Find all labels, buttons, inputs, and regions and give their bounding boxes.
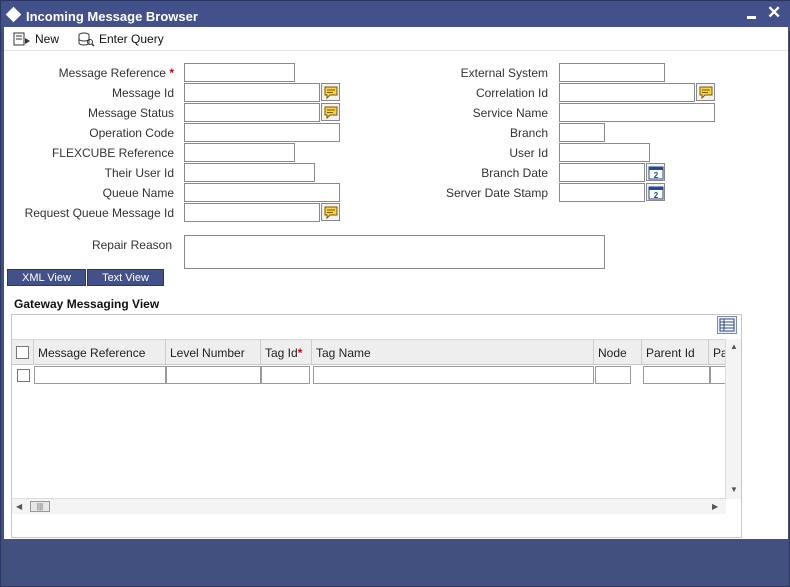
column-header-tag-id-text: Tag Id <box>265 346 298 360</box>
lov-icon <box>699 86 713 100</box>
single-view-button[interactable] <box>717 316 737 334</box>
branch-field[interactable] <box>559 123 605 142</box>
new-button[interactable]: New <box>13 30 59 48</box>
new-label: New <box>35 32 60 46</box>
calendar-icon: 2 <box>648 166 664 180</box>
vertical-scrollbar[interactable]: ▲ ▼ <box>725 339 741 499</box>
message-reference-text: Message Reference <box>58 66 166 80</box>
request-queue-message-id-field[interactable] <box>184 203 320 222</box>
table-row <box>12 365 726 385</box>
cell-parent-id[interactable] <box>643 366 710 384</box>
branch-label: Branch <box>509 126 548 140</box>
cell-level-number[interactable] <box>166 366 261 384</box>
message-reference-label: Message Reference * <box>24 66 174 80</box>
toolbar: New Enter Query <box>4 27 788 51</box>
message-status-label: Message Status <box>87 106 174 120</box>
header-select-all-cell <box>12 340 34 365</box>
grid-header: Message Reference Level Number Tag Id* T… <box>12 339 726 365</box>
scroll-thumb[interactable]: ||| <box>30 501 50 512</box>
column-header-pa[interactable]: Pa <box>709 340 726 365</box>
row-checkbox[interactable] <box>17 369 30 382</box>
new-icon <box>13 32 30 45</box>
branch-date-field[interactable] <box>559 163 645 182</box>
repair-reason-textarea[interactable] <box>184 235 605 269</box>
request-queue-message-id-lov-button[interactable] <box>321 203 340 221</box>
single-view-icon <box>719 318 735 332</box>
user-id-field[interactable] <box>559 143 650 162</box>
correlation-id-label: Correlation Id <box>475 86 548 100</box>
flexcube-reference-field[interactable] <box>184 143 295 162</box>
select-all-checkbox[interactable] <box>16 346 29 359</box>
message-reference-field[interactable] <box>184 63 295 82</box>
cell-node[interactable] <box>595 366 631 384</box>
request-queue-message-id-label: Request Queue Message Id <box>24 206 174 220</box>
scroll-up-icon[interactable]: ▲ <box>730 342 738 351</box>
scroll-right-icon[interactable]: ▶ <box>712 502 718 511</box>
flexcube-reference-label: FLEXCUBE Reference <box>51 146 174 160</box>
service-name-field[interactable] <box>559 103 715 122</box>
operation-code-label: Operation Code <box>89 126 174 140</box>
cell-tag-name[interactable] <box>313 366 594 384</box>
enter-query-label: Enter Query <box>99 32 164 46</box>
lov-icon <box>324 206 338 220</box>
message-status-field[interactable] <box>184 103 320 122</box>
correlation-id-lov-button[interactable] <box>696 83 715 101</box>
scroll-left-icon[interactable]: ◀ <box>16 502 22 511</box>
svg-text:2: 2 <box>654 171 659 180</box>
svg-text:2: 2 <box>654 191 659 200</box>
server-date-stamp-field[interactable] <box>559 183 645 202</box>
cell-tag-id[interactable] <box>261 366 310 384</box>
required-marker: * <box>169 66 174 80</box>
user-id-label: User Id <box>509 146 548 160</box>
scroll-down-icon[interactable]: ▼ <box>730 485 738 494</box>
window-icon <box>5 6 22 23</box>
branch-date-calendar-button[interactable]: 2 <box>646 163 665 181</box>
server-date-stamp-calendar-button[interactable]: 2 <box>646 183 665 201</box>
correlation-id-field[interactable] <box>559 83 695 102</box>
queue-name-field[interactable] <box>184 183 340 202</box>
message-id-field[interactable] <box>184 83 320 102</box>
enter-query-button[interactable]: Enter Query <box>77 30 164 48</box>
calendar-icon: 2 <box>648 186 664 200</box>
grid-toolbar <box>12 315 741 337</box>
horizontal-scrollbar[interactable]: ◀ ||| ▶ <box>12 498 726 514</box>
external-system-label: External System <box>460 66 548 80</box>
main-content: New Enter Query Message Reference * Mess… <box>4 27 788 539</box>
operation-code-field[interactable] <box>184 123 340 142</box>
column-header-tag-id[interactable]: Tag Id* <box>261 340 312 365</box>
lov-icon <box>324 106 338 120</box>
cell-message-reference[interactable] <box>34 366 166 384</box>
column-header-parent-id[interactable]: Parent Id <box>642 340 709 365</box>
gateway-messaging-grid: Message Reference Level Number Tag Id* T… <box>11 314 742 538</box>
close-icon[interactable]: ✕ <box>767 4 781 22</box>
branch-date-label: Branch Date <box>481 166 548 180</box>
column-header-message-reference[interactable]: Message Reference <box>34 340 166 365</box>
external-system-field[interactable] <box>559 63 665 82</box>
message-id-lov-button[interactable] <box>321 83 340 101</box>
minimize-icon[interactable] <box>747 16 756 19</box>
message-status-lov-button[interactable] <box>321 103 340 121</box>
required-marker: * <box>297 346 303 360</box>
app-window: Incoming Message Browser ✕ New Enter Que… <box>0 0 790 587</box>
column-header-level-number[interactable]: Level Number <box>166 340 261 365</box>
column-header-node[interactable]: Node <box>594 340 642 365</box>
server-date-stamp-label: Server Date Stamp <box>445 186 548 200</box>
message-id-label: Message Id <box>111 86 174 100</box>
service-name-label: Service Name <box>472 106 548 120</box>
their-user-id-label: Their User Id <box>104 166 174 180</box>
enter-query-icon <box>78 32 95 47</box>
repair-reason-label: Repair Reason <box>91 238 172 252</box>
cell-pa[interactable] <box>710 366 726 384</box>
lov-icon <box>324 86 338 100</box>
window-title: Incoming Message Browser <box>26 9 198 24</box>
queue-name-label: Queue Name <box>102 186 174 200</box>
their-user-id-field[interactable] <box>184 163 315 182</box>
tab-xml-view[interactable]: XML View <box>7 269 86 286</box>
column-header-tag-name[interactable]: Tag Name <box>312 340 594 365</box>
section-title: Gateway Messaging View <box>14 297 160 311</box>
tab-text-view[interactable]: Text View <box>87 269 164 286</box>
